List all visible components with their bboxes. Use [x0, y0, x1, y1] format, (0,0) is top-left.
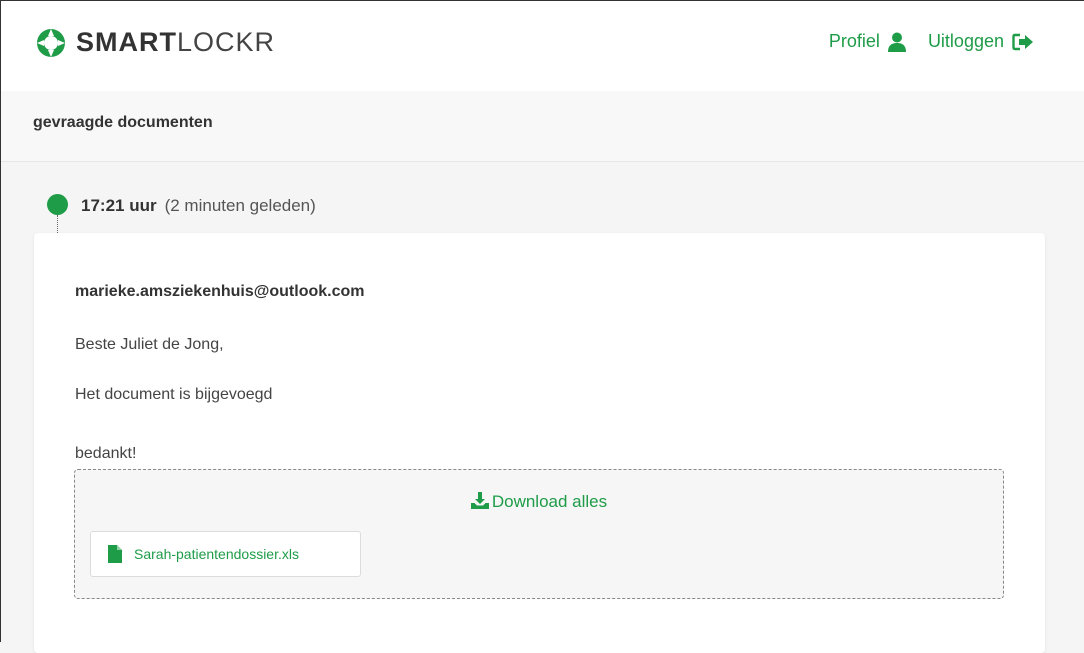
download-all-label: Download alles [491, 492, 608, 511]
timeline-dot [47, 194, 68, 215]
profile-link-label: Profiel [828, 31, 880, 51]
logo-text-light: LOCKR [177, 27, 276, 57]
page-subheader: gevraagde documenten [1, 91, 1084, 162]
top-nav: Profiel Uitloggen [829, 31, 1034, 52]
logo-text-bold: SMART [76, 27, 177, 57]
message-greeting: Beste Juliet de Jong, [75, 336, 224, 353]
file-icon [108, 545, 122, 563]
logo-mark-icon [37, 28, 65, 57]
smartlockr-logo[interactable]: SMARTLOCKR [36, 27, 275, 58]
timestamp-relative: (2 minuten geleden) [164, 196, 316, 215]
message-card: marieke.amsziekenhuis@outlook.com Beste … [34, 233, 1045, 653]
attachment-file[interactable]: Sarah-patientendossier.xls [90, 531, 361, 577]
page-title: gevraagde documenten [33, 114, 213, 131]
timeline-timestamp: 17:21 uur (2 minuten geleden) [81, 196, 316, 216]
message-closing: bedankt! [75, 445, 137, 462]
attachment-file-name: Sarah-patientendossier.xls [134, 546, 299, 562]
top-header: SMARTLOCKR Profiel Uitloggen [1, 1, 1084, 91]
download-icon [470, 492, 489, 509]
logout-link[interactable]: Uitloggen [928, 31, 1034, 52]
sign-out-icon [1012, 33, 1033, 50]
user-icon [887, 32, 906, 52]
profile-link[interactable]: Profiel [829, 31, 906, 52]
sender-email: marieke.amsziekenhuis@outlook.com [75, 283, 365, 300]
message-body: Het document is bijgevoegd [75, 386, 273, 403]
logout-link-label: Uitloggen [927, 31, 1004, 51]
download-all-button[interactable]: Download alles [75, 492, 1003, 512]
attachments-box: Download alles Sarah-patientendossier.xl… [74, 469, 1004, 599]
timestamp-time: 17:21 uur [81, 196, 157, 215]
logo-text: SMARTLOCKR [76, 27, 275, 58]
